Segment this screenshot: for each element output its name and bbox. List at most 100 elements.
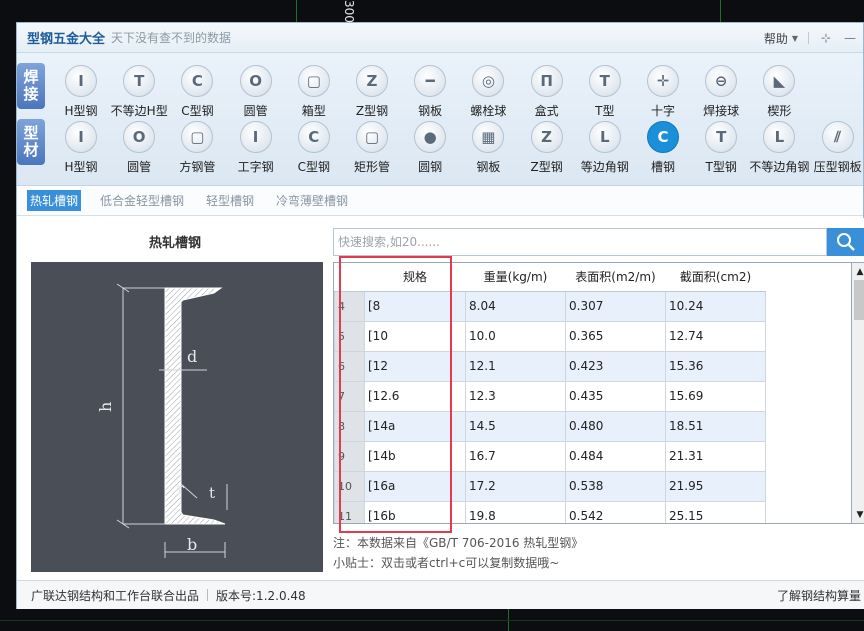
- tool-1-7[interactable]: ▦ 钢板: [459, 121, 517, 175]
- cell-spec[interactable]: [14b: [364, 440, 466, 472]
- table-row[interactable]: 11 [16b 19.8 0.542 25.15: [334, 500, 766, 523]
- cell-area[interactable]: 10.24: [665, 290, 766, 322]
- cell-surface[interactable]: 0.307: [565, 290, 666, 322]
- cell-area[interactable]: 15.36: [665, 350, 766, 382]
- tool-0-2[interactable]: C C型钢: [168, 65, 226, 119]
- scroll-thumb[interactable]: [854, 280, 864, 320]
- cell-area[interactable]: 15.69: [665, 380, 766, 412]
- label-t: t: [209, 484, 215, 502]
- cell-spec[interactable]: [14a: [364, 410, 466, 442]
- table-row[interactable]: 4 [8 8.04 0.307 10.24: [334, 290, 766, 322]
- shape-icon: O: [123, 121, 156, 153]
- cell-weight[interactable]: 8.04: [465, 290, 566, 322]
- cell-area[interactable]: 12.74: [665, 320, 766, 352]
- tool-1-5[interactable]: ▢ 矩形管: [343, 121, 401, 175]
- tool-1-4[interactable]: C C型钢: [285, 121, 343, 175]
- tool-1-11[interactable]: T T型钢: [692, 121, 750, 175]
- cell-spec[interactable]: [12.6: [364, 380, 466, 412]
- shape-icon: T: [588, 65, 621, 97]
- tool-0-11[interactable]: ⊖ 焊接球: [692, 65, 750, 119]
- header-weight[interactable]: 重量(kg/m): [465, 263, 566, 292]
- title-controls: 帮助 ▼ ⊹ —: [764, 23, 857, 53]
- subtab-0[interactable]: 热轧槽钢: [27, 190, 82, 211]
- tool-0-8[interactable]: Π 盒式: [518, 65, 576, 119]
- table-row[interactable]: 6 [12 12.1 0.423 15.36: [334, 350, 766, 382]
- cell-surface[interactable]: 0.435: [565, 380, 666, 412]
- table-scrollbar[interactable]: ▲ ▼: [852, 262, 864, 524]
- table-row[interactable]: 7 [12.6 12.3 0.435 15.69: [334, 380, 766, 412]
- tool-1-2[interactable]: ▢ 方钢管: [168, 121, 226, 175]
- cell-spec[interactable]: [10: [364, 320, 466, 352]
- app-title: 型钢五金大全: [27, 32, 106, 47]
- tool-0-3[interactable]: O 圆管: [227, 65, 285, 119]
- cell-surface[interactable]: 0.480: [565, 410, 666, 442]
- shape-icon: ⊖: [705, 65, 738, 97]
- help-menu[interactable]: 帮助 ▼: [764, 30, 798, 47]
- scroll-down-icon[interactable]: ▼: [852, 506, 864, 523]
- tool-0-6[interactable]: ━ 钢板: [401, 65, 459, 119]
- shape-icon: I: [239, 121, 272, 153]
- header-area[interactable]: 截面积(cm2): [665, 263, 766, 292]
- cell-area[interactable]: 21.31: [665, 440, 766, 472]
- cell-area[interactable]: 25.15: [665, 500, 766, 523]
- header-spec[interactable]: 规格: [364, 263, 466, 292]
- cell-surface[interactable]: 0.484: [565, 440, 666, 472]
- subtab-2[interactable]: 轻型槽钢: [203, 190, 257, 211]
- table-row[interactable]: 5 [10 10.0 0.365 12.74: [334, 320, 766, 352]
- cell-weight[interactable]: 12.3: [465, 380, 566, 412]
- tool-0-0[interactable]: I H型钢: [52, 65, 110, 119]
- tool-1-13[interactable]: ⫽ 压型钢板: [809, 121, 864, 175]
- row-number: 7: [334, 380, 365, 412]
- cell-area[interactable]: 18.51: [665, 410, 766, 442]
- table-row[interactable]: 10 [16a 17.2 0.538 21.95: [334, 470, 766, 502]
- tool-0-1[interactable]: T 不等边H型: [110, 65, 168, 119]
- cell-weight[interactable]: 12.1: [465, 350, 566, 382]
- pin-icon[interactable]: ⊹: [819, 31, 833, 45]
- tool-1-0[interactable]: I H型钢: [52, 121, 110, 175]
- shape-icon: ▦: [472, 121, 505, 153]
- tool-1-12[interactable]: L 不等边角钢: [749, 121, 809, 175]
- cell-spec[interactable]: [8: [364, 290, 466, 322]
- cell-weight[interactable]: 14.5: [465, 410, 566, 442]
- search-input[interactable]: [333, 228, 827, 256]
- tool-1-8[interactable]: Z Z型钢: [518, 121, 576, 175]
- label-r: r: [177, 480, 185, 498]
- minimize-icon[interactable]: —: [843, 31, 857, 45]
- cell-weight[interactable]: 19.8: [465, 500, 566, 523]
- cell-weight[interactable]: 16.7: [465, 440, 566, 472]
- tool-1-10[interactable]: C 槽钢: [634, 121, 692, 175]
- tool-0-12[interactable]: ◣ 楔形: [750, 65, 808, 119]
- tool-0-10[interactable]: ✛ 十字: [634, 65, 692, 119]
- tool-1-9[interactable]: L 等边角钢: [576, 121, 634, 175]
- cell-weight[interactable]: 17.2: [465, 470, 566, 502]
- tool-0-4[interactable]: ▢ 箱型: [285, 65, 343, 119]
- table-row[interactable]: 9 [14b 16.7 0.484 21.31: [334, 440, 766, 472]
- cell-weight[interactable]: 10.0: [465, 320, 566, 352]
- cell-area[interactable]: 21.95: [665, 470, 766, 502]
- tool-label: 螺栓球: [470, 104, 507, 118]
- cell-surface[interactable]: 0.542: [565, 500, 666, 523]
- search-button[interactable]: [827, 228, 864, 256]
- cell-spec[interactable]: [16b: [364, 500, 466, 523]
- table-row[interactable]: 8 [14a 14.5 0.480 18.51: [334, 410, 766, 442]
- tool-1-3[interactable]: I 工字钢: [227, 121, 285, 175]
- learn-link[interactable]: 了解钢结构算量: [777, 587, 861, 604]
- cell-spec[interactable]: [12: [364, 350, 466, 382]
- tool-1-1[interactable]: O 圆管: [110, 121, 168, 175]
- tool-1-6[interactable]: ● 圆钢: [401, 121, 459, 175]
- subtab-3[interactable]: 冷弯薄壁槽钢: [273, 190, 351, 211]
- tool-0-7[interactable]: ◎ 螺栓球: [459, 65, 517, 119]
- scroll-up-icon[interactable]: ▲: [852, 263, 864, 280]
- tool-0-5[interactable]: Z Z型钢: [343, 65, 401, 119]
- cell-surface[interactable]: 0.423: [565, 350, 666, 382]
- tool-0-9[interactable]: T T型: [576, 65, 634, 119]
- cell-surface[interactable]: 0.538: [565, 470, 666, 502]
- main-content: 热轧槽钢 d h r t b 快速搜索,如20...... 规格 重量(kg/m…: [17, 218, 864, 580]
- subtab-1[interactable]: 低合金轻型槽钢: [97, 190, 187, 211]
- group-label-top: 型: [23, 124, 39, 142]
- cell-spec[interactable]: [16a: [364, 470, 466, 502]
- data-source-note: 注：本数据来自《GB/T 706-2016 热轧型钢》: [333, 536, 584, 550]
- cell-surface[interactable]: 0.365: [565, 320, 666, 352]
- tool-label: 圆管: [127, 160, 152, 174]
- header-surface[interactable]: 表面积(m2/m): [565, 263, 666, 292]
